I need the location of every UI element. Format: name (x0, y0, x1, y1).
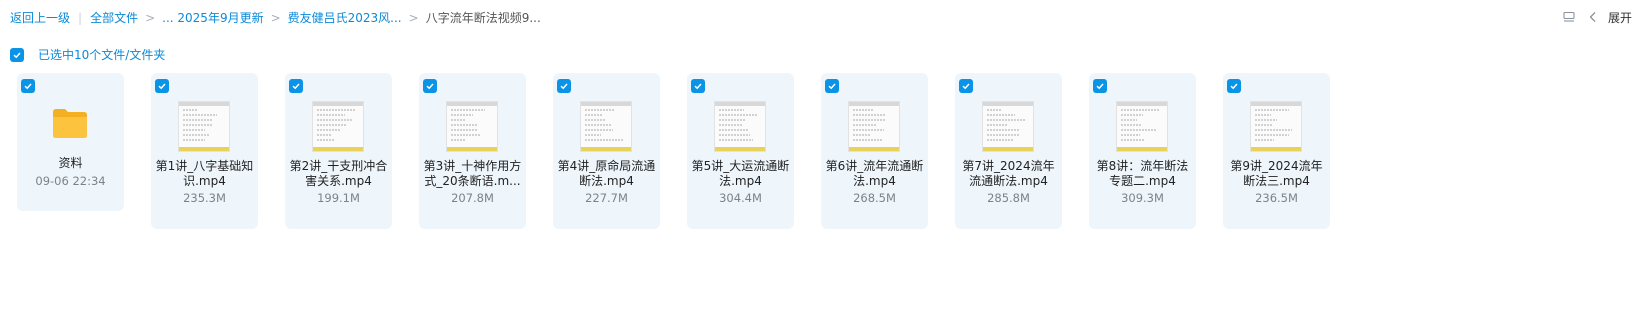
breadcrumb-item-2[interactable]: 费友健吕氏2023风... (288, 9, 402, 26)
file-card[interactable]: 第7讲_2024流年流通断法.mp4 285.8M (955, 73, 1062, 229)
select-checkbox[interactable] (155, 79, 169, 93)
file-meta: 09-06 22:34 (35, 174, 106, 188)
file-meta: 309.3M (1121, 191, 1164, 205)
file-card[interactable]: 第6讲_流年流通断法.mp4 268.5M (821, 73, 928, 229)
file-name: 第7讲_2024流年流通断法.mp4 (962, 159, 1055, 188)
folder-card[interactable]: 资料 09-06 22:34 (17, 73, 124, 211)
chevron-left-icon[interactable] (1584, 8, 1602, 26)
file-card[interactable]: 第5讲_大运流通断法.mp4 304.4M (687, 73, 794, 229)
select-checkbox[interactable] (959, 79, 973, 93)
select-checkbox[interactable] (423, 79, 437, 93)
back-link[interactable]: 返回上一级 (10, 9, 70, 26)
select-all-checkbox[interactable] (10, 47, 24, 62)
video-thumbnail (982, 101, 1034, 152)
chevron-right-icon: > (408, 10, 419, 25)
selection-count: 已选中10个文件/文件夹 (38, 48, 166, 62)
file-name: 第4讲_原命局流通断法.mp4 (557, 159, 656, 188)
file-card[interactable]: 第4讲_原命局流通断法.mp4 227.7M (553, 73, 660, 229)
video-thumbnail (848, 101, 900, 152)
file-meta: 207.8M (451, 191, 494, 205)
file-meta: 235.3M (183, 191, 226, 205)
select-checkbox[interactable] (1093, 79, 1107, 93)
file-meta: 268.5M (853, 191, 896, 205)
chevron-right-icon: > (270, 10, 281, 25)
expand-button[interactable]: 展开 (1608, 9, 1632, 26)
select-checkbox[interactable] (289, 79, 303, 93)
video-thumbnail (1250, 101, 1302, 152)
file-meta: 199.1M (317, 191, 360, 205)
file-card[interactable]: 第2讲_干支刑冲合害关系.mp4 199.1M (285, 73, 392, 229)
chevron-right-icon: > (145, 10, 156, 25)
select-checkbox[interactable] (557, 79, 571, 93)
file-name: 第2讲_干支刑冲合害关系.mp4 (289, 159, 388, 188)
file-name: 第8讲：流年断法专题二.mp4 (1096, 159, 1189, 188)
select-checkbox[interactable] (825, 79, 839, 93)
file-card[interactable]: 第9讲_2024流年断法三.mp4 236.5M (1223, 73, 1330, 229)
folder-icon (53, 109, 87, 138)
video-thumbnail (714, 101, 766, 152)
view-controls: 展开 (1560, 8, 1632, 26)
file-name: 第9讲_2024流年断法三.mp4 (1230, 159, 1323, 188)
file-name: 第1讲_八字基础知识.mp4 (155, 159, 254, 188)
file-card[interactable]: 第1讲_八字基础知识.mp4 235.3M (151, 73, 258, 229)
file-meta: 285.8M (987, 191, 1030, 205)
file-card[interactable]: 第8讲：流年断法专题二.mp4 309.3M (1089, 73, 1196, 229)
file-meta: 227.7M (585, 191, 628, 205)
video-thumbnail (178, 101, 230, 152)
video-thumbnail (446, 101, 498, 152)
breadcrumb-current: 八字流年断法视频9... (425, 11, 541, 25)
select-checkbox[interactable] (691, 79, 705, 93)
select-checkbox[interactable] (1227, 79, 1241, 93)
file-name: 第5讲_大运流通断法.mp4 (691, 159, 790, 188)
file-meta: 236.5M (1255, 191, 1298, 205)
file-name: 第3讲_十神作用方式_20条断语.m... (423, 159, 522, 188)
file-card[interactable]: 第3讲_十神作用方式_20条断语.m... 207.8M (419, 73, 526, 229)
select-checkbox[interactable] (21, 79, 35, 93)
breadcrumb-all-files[interactable]: 全部文件 (90, 9, 138, 26)
breadcrumb-item-1[interactable]: ... 2025年9月更新 (162, 9, 263, 26)
file-meta: 304.4M (719, 191, 762, 205)
file-name: 资料 (58, 156, 83, 170)
divider: | (78, 10, 83, 25)
video-thumbnail (1116, 101, 1168, 152)
view-mode-icon[interactable] (1560, 8, 1578, 26)
video-thumbnail (312, 101, 364, 152)
top-bar: 返回上一级 | 全部文件 > ... 2025年9月更新 > 费友健吕氏2023… (0, 0, 1644, 34)
video-thumbnail (580, 101, 632, 152)
file-grid: 资料 09-06 22:34 第1讲_八字基础知识.mp4 235.3M 第2讲_干支刑… (17, 73, 1357, 229)
breadcrumb: 返回上一级 | 全部文件 > ... 2025年9月更新 > 费友健吕氏2023… (10, 9, 541, 26)
file-name: 第6讲_流年流通断法.mp4 (825, 159, 924, 188)
selection-bar: 已选中10个文件/文件夹 (10, 46, 165, 63)
